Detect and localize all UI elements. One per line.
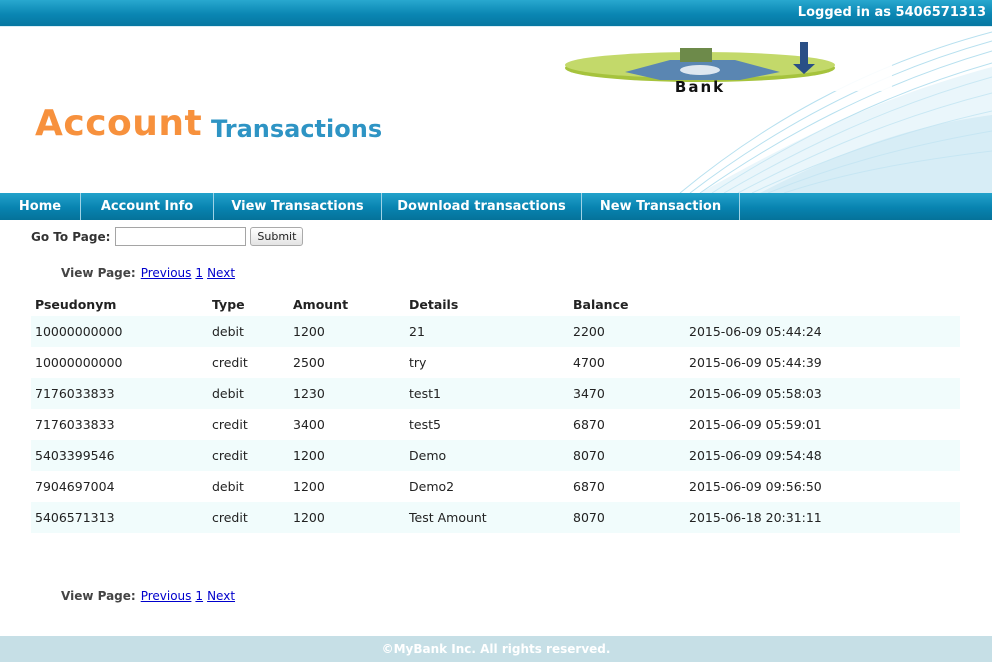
goto-page-input[interactable] — [115, 227, 247, 246]
cell-details: Test Amount — [405, 502, 569, 533]
column-header-type: Type — [212, 297, 245, 312]
cell-pseudonym: 7904697004 — [35, 479, 115, 494]
cell-details: test1 — [405, 378, 569, 409]
cell-date: 2015-06-09 09:56:50 — [689, 479, 822, 494]
transactions-table: Pseudonym Type Amount Details Balance 10… — [31, 293, 960, 533]
cell-date: 2015-06-09 05:59:01 — [689, 417, 822, 432]
pager-page-link[interactable]: 1 — [195, 266, 203, 280]
cell-type: debit — [208, 378, 289, 409]
cell-type: credit — [212, 355, 248, 370]
column-header-balance: Balance — [573, 297, 629, 312]
cell-type: credit — [208, 502, 289, 533]
cell-pseudonym: 10000000000 — [31, 316, 208, 347]
cell-pseudonym: 7176033833 — [31, 378, 208, 409]
nav-new-transaction[interactable]: New Transaction — [582, 193, 740, 220]
column-header-pseudonym: Pseudonym — [35, 297, 117, 312]
cell-date: 2015-06-09 05:44:24 — [685, 316, 960, 347]
main-nav: Home Account Info View Transactions Down… — [0, 193, 992, 220]
cell-amount: 1200 — [289, 440, 405, 471]
footer-text: ©MyBank Inc. All rights reserved. — [381, 642, 611, 656]
cell-date: 2015-06-09 05:58:03 — [685, 378, 960, 409]
cell-type: debit — [208, 316, 289, 347]
svg-text:Bank: Bank — [675, 78, 725, 94]
cell-balance: 6870 — [573, 417, 605, 432]
table-row: 5403399546 credit 1200 Demo 8070 2015-06-09 0… — [31, 440, 960, 471]
pager-bottom: View Page: Previous 1 Next — [61, 589, 235, 603]
cell-balance: 8070 — [569, 440, 685, 471]
cell-type: debit — [212, 479, 244, 494]
pager-previous-link[interactable]: Previous — [141, 589, 192, 603]
footer: ©MyBank Inc. All rights reserved. — [0, 636, 992, 662]
table-row: 7176033833 credit 3400 test5 6870 2015-06-09 … — [31, 409, 960, 440]
top-bar: Logged in as 5406571313 — [0, 0, 992, 27]
cell-date: 2015-06-09 05:44:39 — [689, 355, 822, 370]
cell-pseudonym: 7176033833 — [35, 417, 115, 432]
banner: Bank Account Transactions — [0, 27, 992, 193]
column-header-details: Details — [409, 297, 459, 312]
column-header-amount: Amount — [293, 297, 349, 312]
nav-account-info[interactable]: Account Info — [81, 193, 214, 220]
cell-amount: 3400 — [293, 417, 325, 432]
table-row: 7904697004 debit 1200 Demo2 6870 2015-06-09 0… — [31, 471, 960, 502]
bank-logo: Bank — [540, 34, 850, 98]
table-row: 7176033833 debit 1230 test1 3470 2015-06-09 0… — [31, 378, 960, 409]
cell-details: 21 — [405, 316, 569, 347]
table-header-row: Pseudonym Type Amount Details Balance — [31, 293, 960, 316]
cell-amount: 1200 — [289, 316, 405, 347]
page-title-main: Account — [35, 103, 203, 144]
page-title-sub: Transactions — [211, 115, 383, 143]
cell-balance: 8070 — [569, 502, 685, 533]
pager-label: View Page: — [61, 589, 136, 603]
cell-pseudonym: 10000000000 — [35, 355, 123, 370]
cell-amount: 2500 — [293, 355, 325, 370]
cell-details: Demo — [405, 440, 569, 471]
logged-in-text: Logged in as 5406571313 — [797, 5, 986, 20]
pager-top: View Page: Previous 1 Next — [61, 266, 235, 280]
goto-page-form: Go To Page: Submit — [31, 227, 304, 246]
cell-pseudonym: 5406571313 — [31, 502, 208, 533]
cell-amount: 1200 — [293, 479, 325, 494]
pager-next-link[interactable]: Next — [207, 266, 235, 280]
nav-view-transactions[interactable]: View Transactions — [214, 193, 382, 220]
table-row: 10000000000 debit 1200 21 2200 2015-06-09 05:… — [31, 316, 960, 347]
cell-balance: 6870 — [573, 479, 605, 494]
cell-amount: 1230 — [289, 378, 405, 409]
pager-label: View Page: — [61, 266, 136, 280]
nav-download-transactions[interactable]: Download transactions — [382, 193, 582, 220]
cell-details: Demo2 — [409, 479, 455, 494]
column-header-date — [685, 293, 960, 316]
cell-details: test5 — [409, 417, 441, 432]
pager-next-link[interactable]: Next — [207, 589, 235, 603]
cell-balance: 2200 — [569, 316, 685, 347]
cell-date: 2015-06-09 09:54:48 — [685, 440, 960, 471]
nav-home[interactable]: Home — [0, 193, 81, 220]
cell-pseudonym: 5403399546 — [31, 440, 208, 471]
pager-page-link[interactable]: 1 — [195, 589, 203, 603]
pager-previous-link[interactable]: Previous — [141, 266, 192, 280]
cell-amount: 1200 — [289, 502, 405, 533]
table-row: 10000000000 credit 2500 try 4700 2015-06-09 0… — [31, 347, 960, 378]
cell-type: credit — [208, 440, 289, 471]
cell-date: 2015-06-18 20:31:11 — [685, 502, 960, 533]
cell-details: try — [409, 355, 427, 370]
table-row: 5406571313 credit 1200 Test Amount 8070 2015-… — [31, 502, 960, 533]
cell-balance: 3470 — [569, 378, 685, 409]
cell-type: credit — [212, 417, 248, 432]
goto-page-label: Go To Page: — [31, 229, 111, 244]
cell-balance: 4700 — [573, 355, 605, 370]
submit-button[interactable]: Submit — [250, 227, 304, 246]
